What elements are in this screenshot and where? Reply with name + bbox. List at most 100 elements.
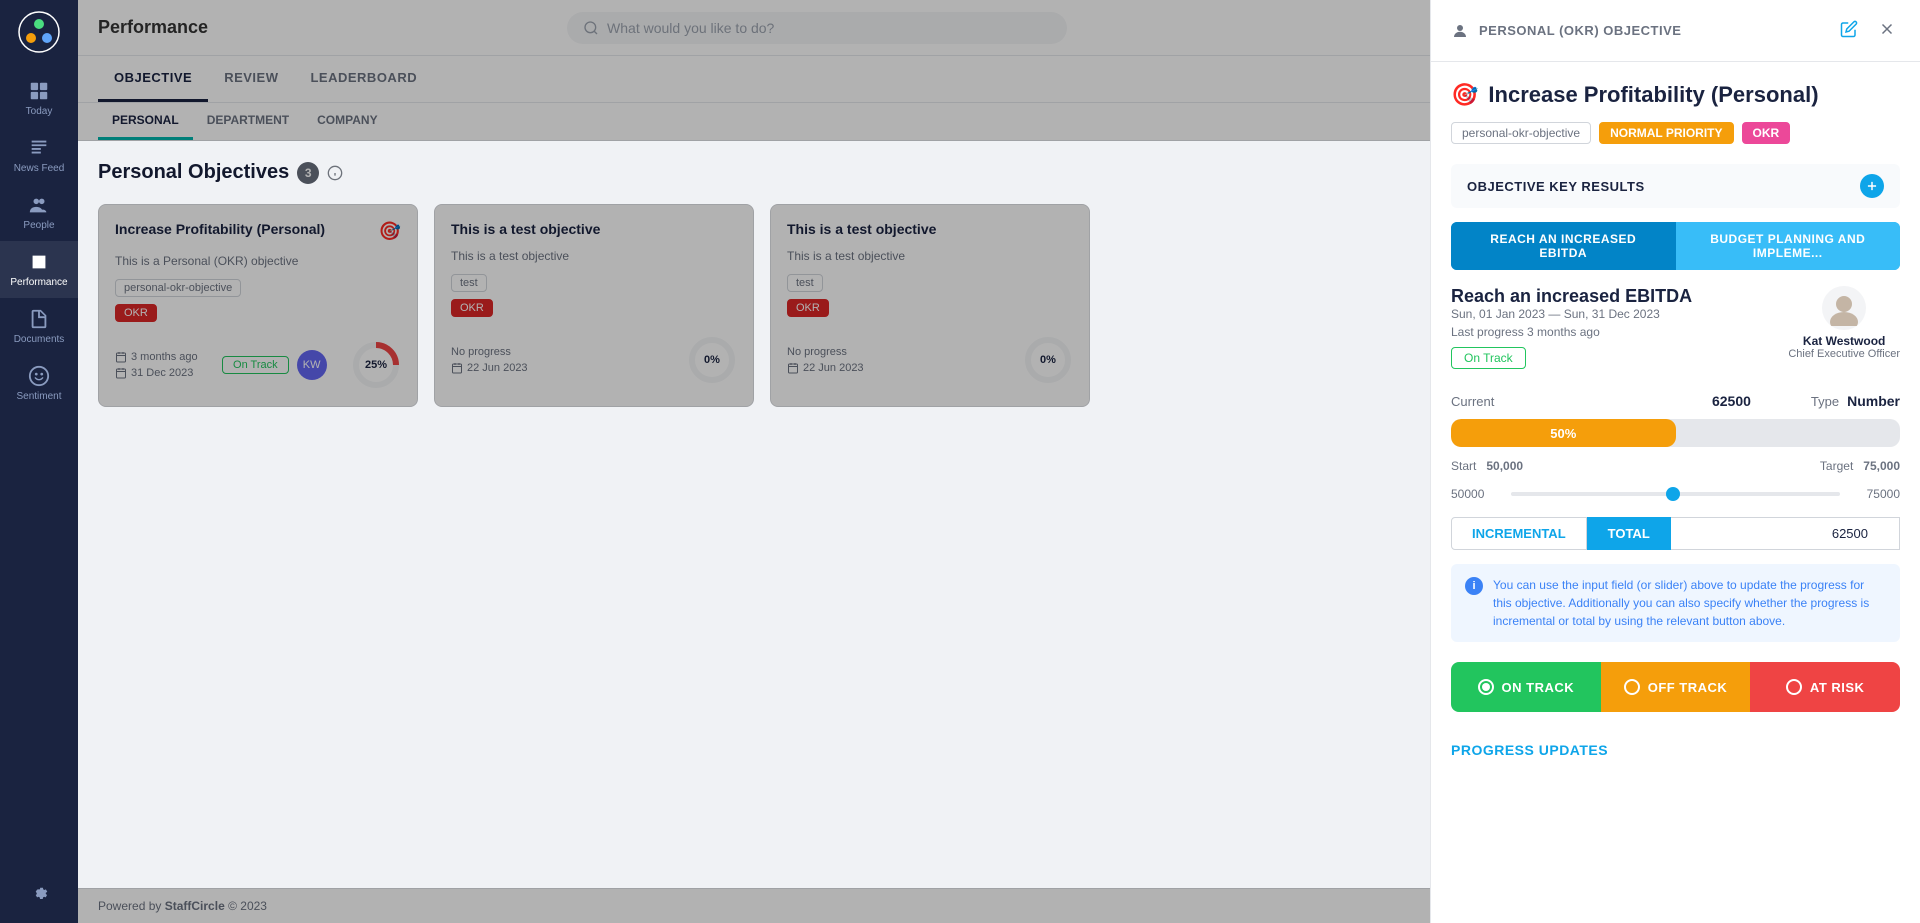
slider-min: 50000 — [1451, 487, 1501, 501]
panel-header: PERSONAL (OKR) OBJECTIVE — [1431, 0, 1920, 62]
progress-ring: 0% — [1023, 335, 1073, 385]
current-value: 62500 — [1712, 393, 1751, 409]
news-icon — [28, 137, 50, 159]
tab-objective[interactable]: OBJECTIVE — [98, 56, 208, 102]
app-logo — [17, 10, 61, 54]
kr-tabs: REACH AN INCREASED EBITDA BUDGET PLANNIN… — [1451, 222, 1900, 270]
due-date: 31 Dec 2023 — [131, 367, 193, 379]
tab-department[interactable]: DEPARTMENT — [193, 103, 303, 140]
on-track-button[interactable]: ON TRACK — [1451, 662, 1601, 712]
info-icon — [327, 165, 343, 181]
grid-icon — [28, 80, 50, 102]
right-panel: PERSONAL (OKR) OBJECTIVE 🎯 Increase Prof… — [1430, 0, 1920, 923]
key-results-section-heading: OBJECTIVE KEY RESULTS — [1451, 164, 1900, 208]
search-bar[interactable]: What would you like to do? — [567, 12, 1067, 44]
slider-max: 75000 — [1850, 487, 1900, 501]
start-label: Start 50,000 — [1451, 459, 1523, 473]
off-track-button[interactable]: OFF TRACK — [1601, 662, 1751, 712]
kr-tab-ebitda[interactable]: REACH AN INCREASED EBITDA — [1451, 222, 1676, 270]
page-title: Personal Objectives — [98, 161, 289, 184]
search-placeholder: What would you like to do? — [607, 20, 774, 36]
card-footer: No progress 22 Jun 2023 — [451, 335, 737, 385]
panel-body: 🎯 Increase Profitability (Personal) pers… — [1431, 62, 1920, 788]
panel-title: 🎯 Increase Profitability (Personal) — [1451, 82, 1900, 108]
sidebar-item-label: Sentiment — [16, 391, 61, 402]
kr-title: Reach an increased EBITDA — [1451, 286, 1692, 307]
total-button[interactable]: TOTAL — [1587, 517, 1671, 550]
start-target-row: Start 50,000 Target 75,000 — [1451, 459, 1900, 473]
due-date: 22 Jun 2023 — [803, 362, 864, 374]
sidebar-item-documents[interactable]: Documents — [0, 298, 78, 355]
owner-avatar — [1822, 286, 1866, 330]
incremental-total-row: INCREMENTAL TOTAL — [1451, 517, 1900, 550]
tag-okr: OKR — [1742, 122, 1791, 144]
slider-thumb[interactable] — [1666, 487, 1680, 501]
incremental-button[interactable]: INCREMENTAL — [1451, 517, 1587, 550]
sidebar-item-label: People — [23, 220, 54, 231]
card-badge: OKR — [787, 299, 829, 317]
progress-bar-fill: 50% — [1451, 419, 1676, 447]
sidebar-item-label: Today — [26, 106, 53, 117]
objective-card-3[interactable]: This is a test objective This is a test … — [770, 204, 1090, 407]
objective-card-1[interactable]: Increase Profitability (Personal) 🎯 This… — [98, 204, 418, 407]
sidebar-item-sentiment[interactable]: Sentiment — [0, 355, 78, 412]
slider-track[interactable] — [1511, 492, 1840, 496]
sidebar-item-label: Performance — [10, 277, 67, 288]
tab-review[interactable]: REVIEW — [208, 56, 294, 102]
kr-tab-budget[interactable]: BUDGET PLANNING AND IMPLEME... — [1676, 222, 1901, 270]
progress-bar-container: 50% — [1451, 419, 1900, 447]
card-tag: test — [787, 274, 823, 292]
footer-powered-by: Powered by — [98, 899, 161, 913]
total-input[interactable] — [1671, 517, 1900, 550]
at-risk-radio — [1786, 679, 1802, 695]
card-footer: 3 months ago 31 Dec 2023 On Track KW — [115, 340, 401, 390]
owner-name: Kat Westwood — [1803, 334, 1885, 348]
search-icon — [583, 20, 599, 36]
kr-last-progress: Last progress 3 months ago — [1451, 325, 1692, 339]
user-avatar: KW — [297, 350, 327, 380]
card-description: This is a Personal (OKR) objective — [115, 254, 401, 268]
sentiment-icon — [28, 365, 50, 387]
performance-icon — [28, 251, 50, 273]
edit-button[interactable] — [1836, 16, 1862, 45]
sidebar-item-settings[interactable] — [28, 871, 50, 913]
time-ago: No progress — [787, 346, 864, 358]
kr-status-badge: On Track — [1451, 347, 1526, 369]
card-header: This is a test objective — [451, 221, 737, 237]
card-footer: No progress 22 Jun 2023 — [787, 335, 1073, 385]
sidebar-item-performance[interactable]: Performance — [0, 241, 78, 298]
progress-ring: 25% — [351, 340, 401, 390]
close-button[interactable] — [1874, 16, 1900, 45]
app-title: Performance — [98, 17, 208, 38]
main-content: Performance What would you like to do? O… — [78, 0, 1430, 923]
sidebar: Today News Feed People Performance Docum… — [0, 0, 78, 923]
at-risk-button[interactable]: AT RISK — [1750, 662, 1900, 712]
card-tag: personal-okr-objective — [115, 279, 241, 297]
sidebar-item-people[interactable]: People — [0, 184, 78, 241]
info-text: You can use the input field (or slider) … — [1493, 576, 1886, 630]
current-label: Current — [1451, 394, 1494, 409]
progress-updates-heading: PROGRESS UPDATES — [1451, 732, 1900, 768]
type-value: Number — [1847, 393, 1900, 409]
info-box: i You can use the input field (or slider… — [1451, 564, 1900, 642]
tab-company[interactable]: COMPANY — [303, 103, 391, 140]
sidebar-item-newsfeed[interactable]: News Feed — [0, 127, 78, 184]
sidebar-item-today[interactable]: Today — [0, 70, 78, 127]
off-track-label: OFF TRACK — [1648, 680, 1728, 695]
objective-card-2[interactable]: This is a test objective This is a test … — [434, 204, 754, 407]
panel-type-label: PERSONAL (OKR) OBJECTIVE — [1479, 23, 1681, 38]
kr-owner: Kat Westwood Chief Executive Officer — [1788, 286, 1900, 360]
progress-percent: 50% — [1550, 426, 1576, 441]
objective-icon: 🎯 — [379, 221, 401, 242]
footer-brand: StaffCircle — [165, 899, 225, 913]
page-footer: Powered by StaffCircle © 2023 — [78, 888, 1430, 923]
tab-personal[interactable]: PERSONAL — [98, 103, 193, 140]
card-header: This is a test objective — [787, 221, 1073, 237]
add-key-result-button[interactable] — [1860, 174, 1884, 198]
kr-metrics: Current 62500 Type Number — [1451, 393, 1900, 409]
card-title: This is a test objective — [451, 221, 600, 237]
sub-tab-nav: PERSONAL DEPARTMENT COMPANY — [78, 103, 1430, 141]
time-ago: 3 months ago — [131, 351, 198, 363]
owner-role: Chief Executive Officer — [1788, 348, 1900, 360]
tab-leaderboard[interactable]: LEADERBOARD — [294, 56, 433, 102]
